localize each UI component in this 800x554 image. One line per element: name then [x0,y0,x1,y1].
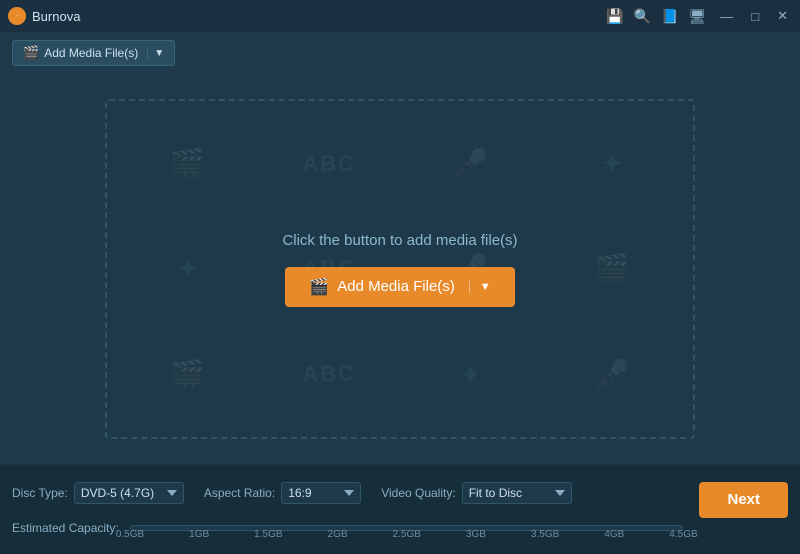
capacity-label: Estimated Capacity: [12,521,122,535]
add-media-center-button[interactable]: 🎬 Add Media File(s) ▼ [285,267,514,307]
title-controls: 💾 🔍 📘 🖥 — □ ✕ [606,6,792,26]
disc-type-select[interactable]: DVD-5 (4.7G) DVD-9 (8.5G) BD-25 BD-50 [74,482,184,504]
toolbar-dropdown-arrow[interactable]: ▼ [147,48,164,59]
bottom-row-inner: Disc Type: DVD-5 (4.7G) DVD-9 (8.5G) BD-… [12,482,788,538]
facebook-icon[interactable]: 📘 [661,8,678,25]
tick-1.5gb: 1.5GB [254,529,282,540]
wm-cell-4: ✦ [542,111,684,216]
bottom-bar: Disc Type: DVD-5 (4.7G) DVD-9 (8.5G) BD-… [0,464,800,554]
save-icon[interactable]: 💾 [606,8,623,25]
next-button[interactable]: Next [699,482,788,518]
title-bar: Burnova 💾 🔍 📘 🖥 — □ ✕ [0,0,800,32]
wm-cell-2: ABC [259,111,401,216]
wm-cell-11: ✦ [400,322,542,427]
app-logo-icon [8,7,26,25]
video-quality-label: Video Quality: [381,486,456,500]
toolbar: 🎬 Add Media File(s) ▼ [0,32,800,74]
wm-cell-9: 🎬 [117,322,259,427]
add-media-toolbar-button[interactable]: 🎬 Add Media File(s) ▼ [12,40,175,66]
main-content: 🎬 ABC 🎤 ✦ ✦ ABC 🎤 🎬 🎬 ABC ✦ 🎤 Click the … [0,74,800,464]
wm-cell-1: 🎬 [117,111,259,216]
wm-cell-12: 🎤 [542,322,684,427]
title-left: Burnova [8,7,80,25]
tick-2gb: 2GB [328,529,348,540]
disc-type-label: Disc Type: [12,486,68,500]
capacity-row: Estimated Capacity: 0.5GB 1GB 1.5GB 2GB … [12,518,683,538]
controls-row: Disc Type: DVD-5 (4.7G) DVD-9 (8.5G) BD-… [12,482,683,504]
add-media-center-label: Add Media File(s) [337,278,455,295]
tick-3gb: 3GB [466,529,486,540]
bottom-left: Disc Type: DVD-5 (4.7G) DVD-9 (8.5G) BD-… [12,482,683,538]
search-icon[interactable]: 🔍 [634,8,651,25]
close-button[interactable]: ✕ [773,6,792,26]
tick-1gb: 1GB [189,529,209,540]
drop-zone[interactable]: 🎬 ABC 🎤 ✦ ✦ ABC 🎤 🎬 🎬 ABC ✦ 🎤 Click the … [105,99,695,439]
video-quality-group: Video Quality: Fit to Disc High Medium L… [381,482,572,504]
add-media-toolbar-label: Add Media File(s) [44,46,138,60]
add-media-toolbar-icon: 🎬 [23,45,39,61]
tick-3.5gb: 3.5GB [531,529,559,540]
video-quality-select[interactable]: Fit to Disc High Medium Low [462,482,572,504]
minimize-button[interactable]: — [716,7,737,26]
center-dropdown-arrow[interactable]: ▼ [469,281,491,293]
tick-2.5gb: 2.5GB [393,529,421,540]
drop-center: Click the button to add media file(s) 🎬 … [282,232,517,307]
add-media-center-icon: 🎬 [309,277,329,297]
maximize-button[interactable]: □ [747,7,763,26]
wm-cell-8: 🎬 [542,216,684,321]
disc-type-group: Disc Type: DVD-5 (4.7G) DVD-9 (8.5G) BD-… [12,482,184,504]
screen-icon[interactable]: 🖥 [688,8,706,25]
wm-cell-10: ABC [259,322,401,427]
tick-4gb: 4GB [604,529,624,540]
aspect-ratio-group: Aspect Ratio: 16:9 4:3 [204,482,361,504]
capacity-bar-container: 0.5GB 1GB 1.5GB 2GB 2.5GB 3GB 3.5GB 4GB … [130,518,683,538]
wm-cell-5: ✦ [117,216,259,321]
capacity-ticks: 0.5GB 1GB 1.5GB 2GB 2.5GB 3GB 3.5GB 4GB … [130,518,683,538]
aspect-ratio-select[interactable]: 16:9 4:3 [281,482,361,504]
app-title: Burnova [32,9,80,24]
wm-cell-3: 🎤 [400,111,542,216]
click-instruction: Click the button to add media file(s) [282,232,517,249]
tick-0.5gb: 0.5GB [116,529,144,540]
aspect-ratio-label: Aspect Ratio: [204,486,275,500]
tick-4.5gb: 4.5GB [669,529,697,540]
